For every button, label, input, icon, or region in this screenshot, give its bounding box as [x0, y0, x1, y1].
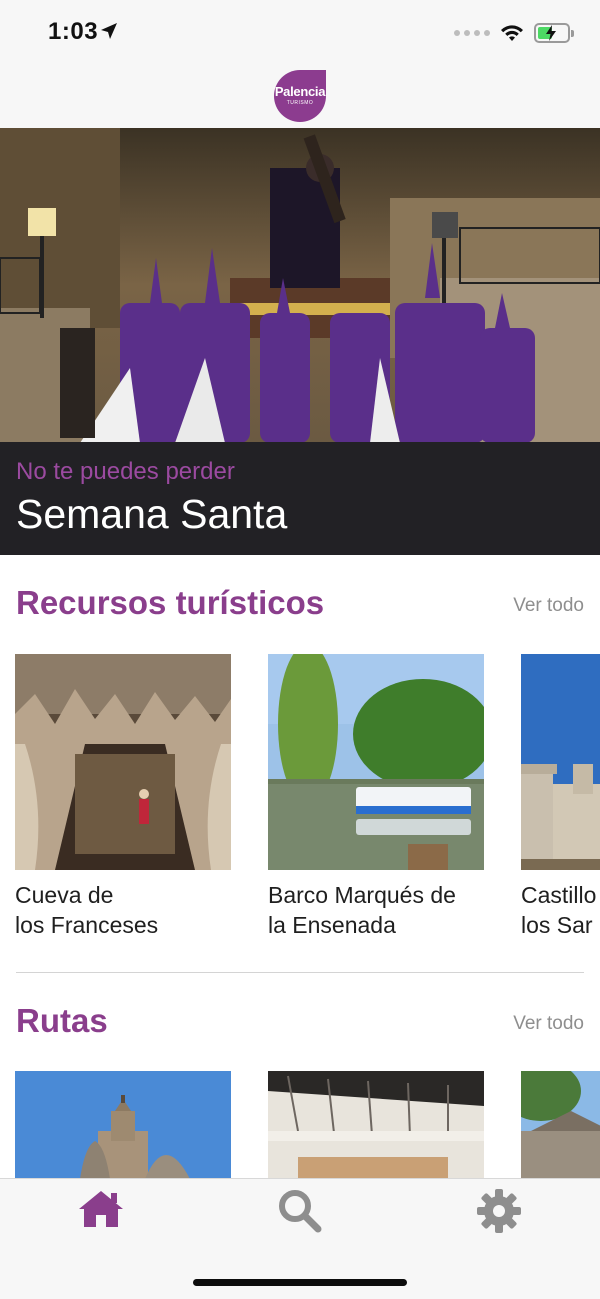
palencia-logo[interactable]: Palencia TURISMO: [274, 70, 326, 122]
see-all-routes-link[interactable]: Ver todo: [513, 1013, 584, 1035]
route-card[interactable]: [15, 1071, 231, 1179]
cellular-signal-icon: [454, 30, 490, 36]
home-icon: [79, 1191, 123, 1227]
resource-card-label: Castillo los Sar: [521, 882, 597, 938]
hero-eyebrow: No te puedes perder: [16, 458, 235, 485]
nav-header: Palencia TURISMO: [0, 64, 600, 128]
resource-card-image: [15, 654, 231, 870]
featured-banner[interactable]: No te puedes perder Semana Santa: [0, 128, 600, 555]
gear-icon: [477, 1189, 521, 1233]
route-card[interactable]: [521, 1071, 600, 1179]
home-indicator[interactable]: [193, 1279, 407, 1286]
resource-card[interactable]: Castillo los Sar: [521, 654, 600, 940]
resource-card-label: Cueva de los Franceses: [15, 882, 159, 938]
logo-subtitle: TURISMO: [286, 100, 314, 106]
tab-search[interactable]: [276, 1187, 324, 1235]
battery-charging-icon: [534, 23, 574, 43]
resource-card[interactable]: Barco Marqués de la Ensenada: [268, 654, 484, 940]
route-card[interactable]: [268, 1071, 484, 1179]
status-bar: 1:03: [0, 0, 600, 64]
status-indicators: [454, 22, 574, 44]
hero-photo: [0, 128, 600, 442]
tab-settings[interactable]: [475, 1187, 523, 1235]
search-icon: [279, 1190, 322, 1233]
resource-card-image: [521, 654, 600, 870]
section-title-routes: Rutas: [16, 1002, 108, 1039]
route-card-image: [521, 1071, 600, 1179]
route-card-image: [15, 1071, 231, 1179]
see-all-resources-link[interactable]: Ver todo: [513, 595, 584, 617]
resource-card[interactable]: Cueva de los Franceses: [15, 654, 231, 940]
route-card-image: [268, 1071, 484, 1179]
section-title-resources: Recursos turísticos: [16, 584, 325, 621]
resource-card-label: Barco Marqués de la Ensenada: [268, 882, 456, 938]
resource-card-image: [268, 654, 484, 870]
tab-home[interactable]: [77, 1187, 125, 1235]
status-time: 1:03: [48, 18, 99, 45]
logo-title: Palencia: [274, 84, 326, 99]
wifi-icon: [501, 25, 523, 41]
location-arrow-icon: [101, 23, 117, 39]
section-divider: [16, 972, 584, 973]
hero-title: Semana Santa: [16, 491, 288, 537]
